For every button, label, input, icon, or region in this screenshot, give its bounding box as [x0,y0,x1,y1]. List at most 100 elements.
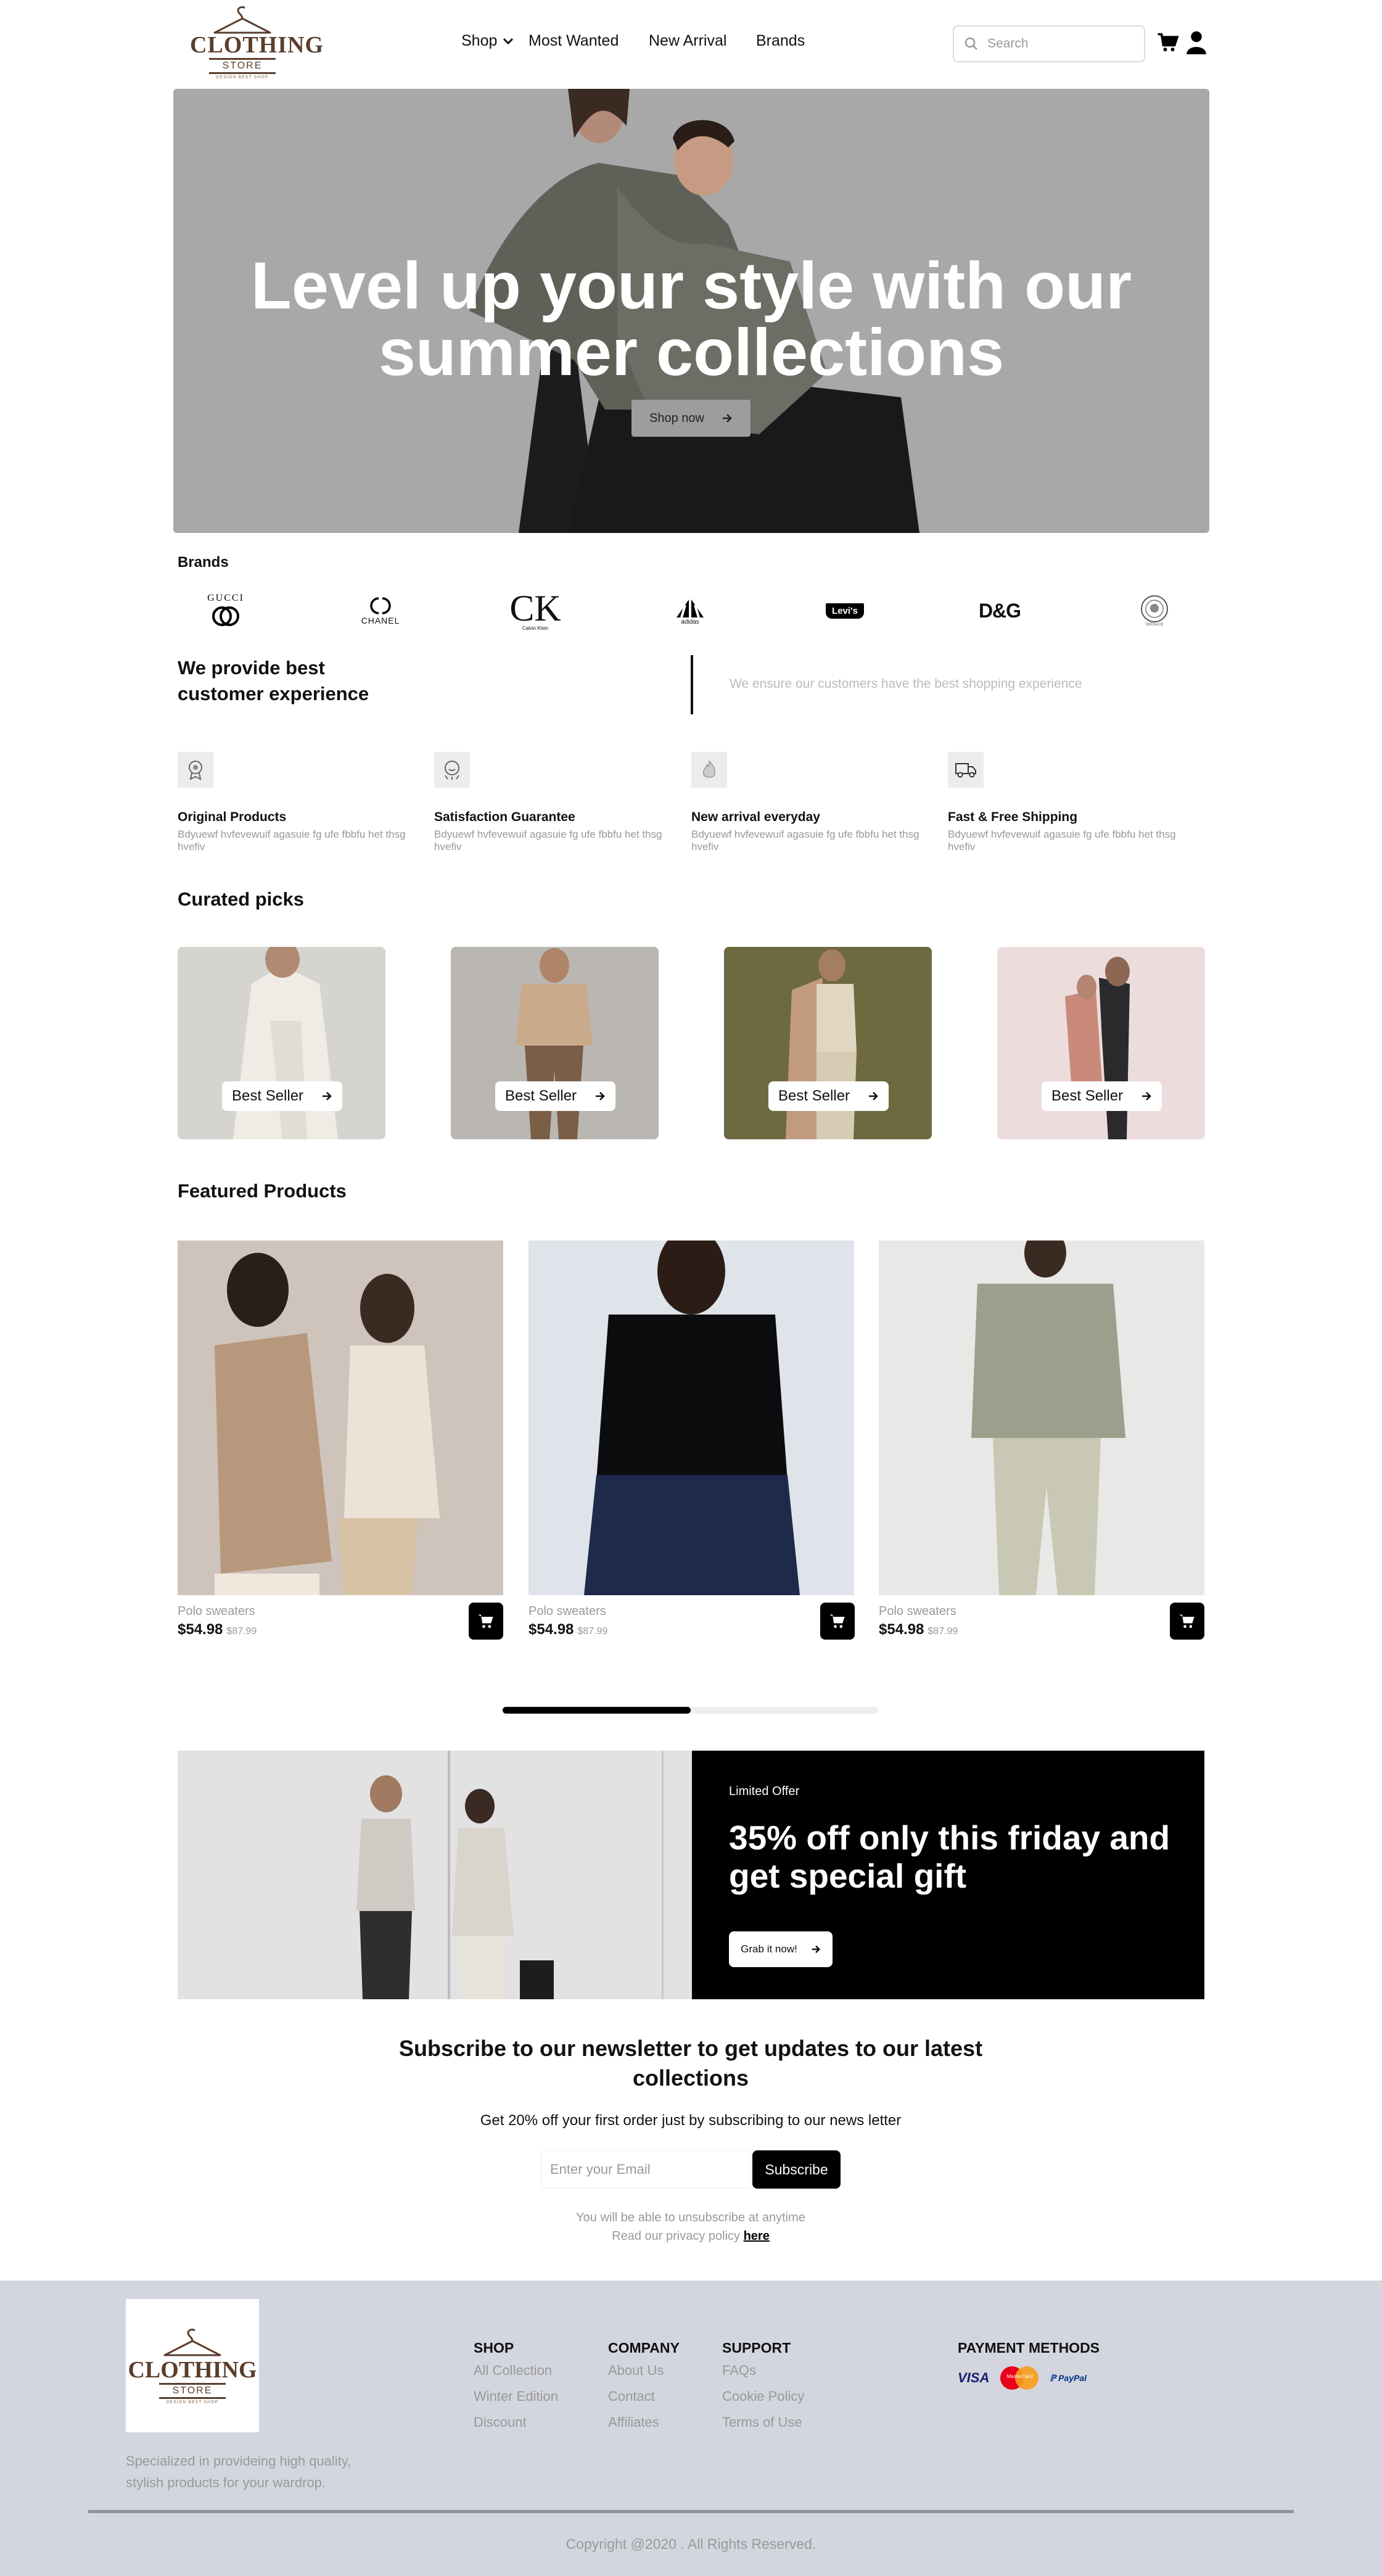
subscribe-button[interactable]: Subscribe [752,2150,841,2189]
best-seller-button[interactable]: Best Seller [222,1081,342,1111]
footer-link[interactable]: About Us [608,2358,680,2384]
footer-link[interactable]: Affiliates [608,2409,680,2435]
nav-brands-label: Brands [756,32,805,49]
search-icon [965,37,977,50]
promo-title-line2: get special gift [729,1857,967,1895]
brand-levis[interactable]: Levi's [808,586,882,635]
curated-card[interactable]: Best Seller [451,947,659,1139]
footer-link[interactable]: All Collection [474,2358,558,2384]
brand-versace[interactable]: VERSACE [1117,586,1191,635]
curated-card[interactable]: Best Seller [997,947,1205,1139]
best-seller-button[interactable]: Best Seller [768,1081,889,1111]
shop-now-label: Shop now [649,411,704,425]
nav-new-arrival[interactable]: New Arrival [649,32,726,50]
product-name: Polo sweaters [879,1604,956,1618]
footer-about-line1: Specialized in provideing high quality, [126,2453,352,2469]
product-image[interactable] [529,1241,854,1595]
footer-divider [88,2510,1294,2513]
hanger-icon [213,6,271,34]
footer-logo-line2: STORE [158,2382,226,2399]
newsletter-note1: You will be able to unsubscribe at anyti… [576,2211,805,2224]
paypal-label: PayPal [1058,2372,1087,2383]
product-price: $54.98 $87.99 [529,1621,607,1638]
brand-chanel[interactable]: CHANEL [343,586,417,635]
hero-title-line1: Level up your style with our [250,248,1132,323]
product-old-price: $87.99 [577,1626,608,1637]
smile-badge-icon [434,752,470,788]
feature-original: Original Products Bdyuewf hvfevewuif aga… [178,752,424,853]
feature-title: Original Products [178,810,287,824]
add-to-cart-button[interactable] [1170,1603,1204,1640]
footer-about-line2: stylish products for your wardrop. [126,2475,326,2490]
email-input[interactable]: Enter your Email [541,2150,751,2189]
curated-card[interactable]: Best Seller [724,947,932,1139]
search-input[interactable]: Search [953,25,1145,62]
feature-satisfaction: Satisfaction Guarantee Bdyuewf hvfevewui… [434,752,681,853]
nav-brands[interactable]: Brands [756,32,805,50]
user-icon[interactable] [1187,31,1206,54]
feature-shipping: Fast & Free Shipping Bdyuewf hvfevewuif … [948,752,1195,853]
footer-link[interactable]: Winter Edition [474,2384,558,2409]
nav-most-wanted[interactable]: Most Wanted [529,32,619,50]
product-image[interactable] [178,1241,503,1595]
footer-link[interactable]: Contact [608,2384,680,2409]
site-logo[interactable]: CLOTHING STORE DESIGN BEST SHOP [190,5,323,80]
nav-shop[interactable]: Shop [461,32,516,50]
brand-adidas[interactable]: adidas [653,586,727,635]
feature-desc: Bdyuewf hvfevewuif agasuie fg ufe fbbfu … [691,828,919,852]
brand-versace-label: VERSACE [1145,623,1164,627]
brand-gucci-label: GUCCI [207,593,244,603]
curated-card[interactable]: Best Seller [178,947,385,1139]
footer-link[interactable]: Terms of Use [722,2409,804,2435]
cart-icon[interactable] [1157,31,1179,54]
feature-desc: Bdyuewf hvfevewuif agasuie fg ufe fbbfu … [948,828,1176,852]
hero-banner: Level up your style with our summer coll… [173,89,1209,533]
arrow-right-icon [596,1092,605,1100]
brand-calvin-klein[interactable]: CK Calvin Klein [498,586,572,635]
experience-heading: We provide best customer experience [178,655,369,707]
email-placeholder: Enter your Email [550,2161,651,2177]
product-old-price: $87.99 [226,1626,257,1637]
footer-link[interactable]: FAQs [722,2358,804,2384]
brand-levis-label: Levi's [826,603,864,619]
footer-link[interactable]: Discount [474,2409,558,2435]
carousel-scrollbar[interactable] [503,1707,879,1714]
logo-line3: DESIGN BEST SHOP [216,75,269,80]
best-seller-button[interactable]: Best Seller [495,1081,615,1111]
brand-dg[interactable]: D&G [963,586,1037,635]
mastercard-label: MasterCard [1006,2374,1033,2379]
product-price: $54.98 $87.99 [178,1621,257,1638]
privacy-policy-link[interactable]: here [744,2229,770,2243]
footer-logo-line1: CLOTHING [128,2356,257,2383]
privacy-prefix: Read our privacy policy [612,2229,741,2243]
footer-about: Specialized in provideing high quality, … [126,2450,351,2493]
arrow-right-icon [722,414,732,423]
curated-heading: Curated picks [178,888,305,910]
promo-eyebrow: Limited Offer [729,1785,800,1798]
hero-title-line2: summer collections [378,315,1005,389]
footer-col-heading: COMPANY [608,2340,680,2356]
experience-heading-line1: We provide best [178,657,325,679]
grab-it-now-button[interactable]: Grab it now! [729,1931,833,1967]
add-to-cart-button[interactable] [820,1603,855,1640]
product-photo [879,1241,1204,1595]
nav-shop-label: Shop [461,32,498,49]
nav-new-arrival-label: New Arrival [649,32,727,49]
shop-now-button[interactable]: Shop now [631,400,751,437]
footer-col-heading: SHOP [474,2340,514,2356]
brand-ck-label: Calvin Klein [522,625,549,631]
footer-link[interactable]: Cookie Policy [722,2384,804,2409]
experience-heading-line2: customer experience [178,683,369,704]
promo-image [178,1751,692,1999]
add-to-cart-button[interactable] [469,1603,503,1640]
footer-col-support: SUPPORT FAQs Cookie Policy Terms of Use [722,2340,804,2435]
footer-logo[interactable]: CLOTHING STORE DESIGN BEST SHOP [126,2299,259,2432]
carousel-scroll-thumb[interactable] [503,1707,691,1714]
feature-desc: Bdyuewf hvfevewuif agasuie fg ufe fbbfu … [178,828,406,852]
brand-gucci[interactable]: GUCCI [189,586,263,635]
product-image[interactable] [879,1241,1204,1595]
chevron-down-icon [503,38,514,44]
grab-it-now-label: Grab it now! [741,1943,797,1955]
best-seller-button[interactable]: Best Seller [1042,1081,1162,1111]
product-name: Polo sweaters [178,1604,255,1618]
